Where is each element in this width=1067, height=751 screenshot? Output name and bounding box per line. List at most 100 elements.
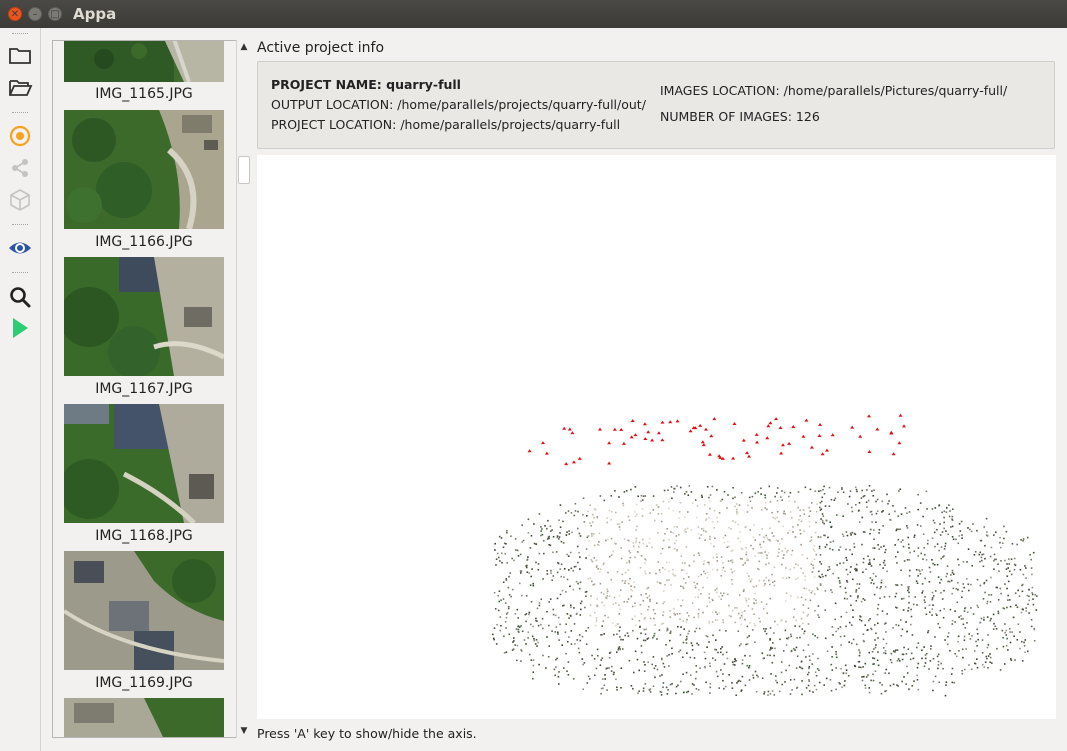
window-minimize-button[interactable]: – [28,7,42,21]
camera-marker [818,422,823,426]
cloud-point [957,640,959,643]
cloud-point [560,563,563,566]
cloud-point [740,614,743,617]
cloud-point [505,616,508,619]
cloud-point [647,605,650,608]
cloud-point [635,503,638,506]
target-icon[interactable] [7,123,33,149]
cloud-point [1009,570,1011,573]
eye-icon[interactable] [7,235,33,261]
cloud-point [668,507,670,510]
cloud-point [673,542,676,545]
window-maximize-button[interactable]: □ [48,7,62,21]
cloud-point [808,655,811,657]
scroll-up-arrow-icon[interactable]: ▲ [238,41,250,53]
cloud-point [792,526,794,528]
cloud-point [649,598,651,601]
scrollbar-thumb[interactable] [238,156,250,184]
cloud-point [635,529,637,531]
cloud-point [663,666,666,668]
cloud-point [643,628,645,631]
cloud-point [722,653,724,656]
cloud-point [557,616,560,619]
cloud-point [737,630,740,632]
cloud-point [967,583,970,586]
cloud-point [718,595,720,598]
cloud-point [966,611,969,613]
cloud-point [496,623,498,626]
point-cloud-viewer[interactable] [257,155,1056,719]
cloud-point [709,682,712,685]
cloud-point [749,655,751,657]
cloud-point [507,586,510,589]
cloud-point [733,570,736,572]
cloud-point [732,497,734,500]
cloud-point [679,502,682,504]
search-icon[interactable] [7,284,33,310]
folder-new-icon[interactable] [7,42,33,68]
cloud-point [680,585,682,587]
cloud-point [861,543,863,546]
image-list-scrollbar[interactable]: ▲ ▼ [236,40,250,738]
cloud-point [961,596,963,599]
folder-open-icon[interactable] [7,74,33,100]
cloud-point [669,610,671,612]
cloud-point [635,624,637,627]
cloud-point [775,675,777,677]
cloud-point [658,569,661,571]
cloud-point [870,510,873,513]
cloud-point [954,653,956,655]
cloud-point [770,646,772,649]
cloud-point [830,589,832,591]
cloud-point [966,622,968,624]
cloud-point [695,665,697,667]
cloud-point [785,620,787,623]
cloud-point [924,601,926,604]
share-icon[interactable] [7,155,33,181]
cloud-point [916,604,918,606]
cloud-point [810,536,813,539]
cloud-point [970,583,972,586]
cloud-point [720,669,722,671]
cloud-point [788,529,791,532]
cloud-point [937,653,940,656]
cloud-point [754,539,756,541]
cloud-point [505,627,507,629]
cloud-point [761,652,764,654]
cloud-point [896,562,898,564]
cloud-point [868,651,871,654]
cloud-point [693,684,695,686]
cloud-point [535,543,538,546]
camera-marker [745,451,749,455]
cloud-point [790,633,792,636]
cloud-point [790,650,793,653]
scroll-down-arrow-icon[interactable]: ▼ [238,725,250,737]
cloud-point [862,633,865,635]
cloud-point [882,561,885,564]
cloud-point [917,493,919,496]
cloud-point [697,526,700,528]
cloud-point [546,636,548,638]
image-list[interactable]: IMG_1165.JPG IMG_1166.JPG IMG_1167.JPG I… [52,40,250,738]
window-close-button[interactable]: ✕ [8,7,22,21]
cloud-point [644,664,646,666]
cloud-point [505,651,508,653]
cloud-point [615,511,617,514]
cloud-point [667,489,669,491]
cloud-point [831,626,834,628]
cloud-point [501,561,503,564]
cloud-point [722,621,725,624]
cube-icon[interactable] [7,187,33,213]
cloud-point [581,658,584,660]
cloud-point [822,515,825,517]
cloud-point [758,568,760,571]
play-icon[interactable] [7,315,33,341]
cloud-point [776,487,779,489]
cloud-point [769,693,772,695]
cloud-point [1004,631,1006,634]
cloud-point [691,683,694,685]
cloud-point [1025,610,1028,612]
cloud-point [1014,659,1016,661]
cloud-point [1031,573,1033,576]
cloud-point [725,651,728,654]
